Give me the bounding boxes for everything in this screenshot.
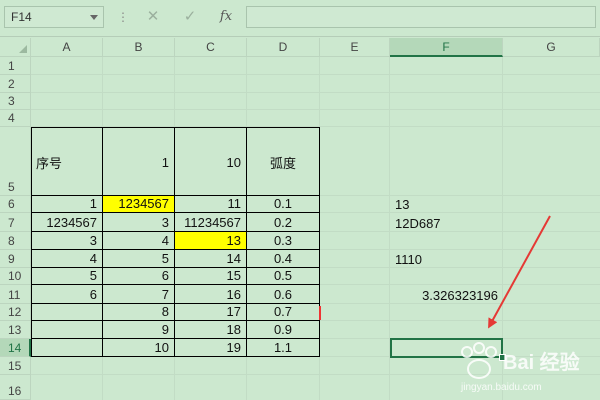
watermark-url: jingyan.baidu.com	[461, 382, 542, 393]
watermark: Bai 经验 jingyan.baidu.com	[455, 340, 595, 398]
watermark-brand: Bai 经验	[503, 352, 580, 374]
paw-logo-icon	[461, 342, 497, 379]
